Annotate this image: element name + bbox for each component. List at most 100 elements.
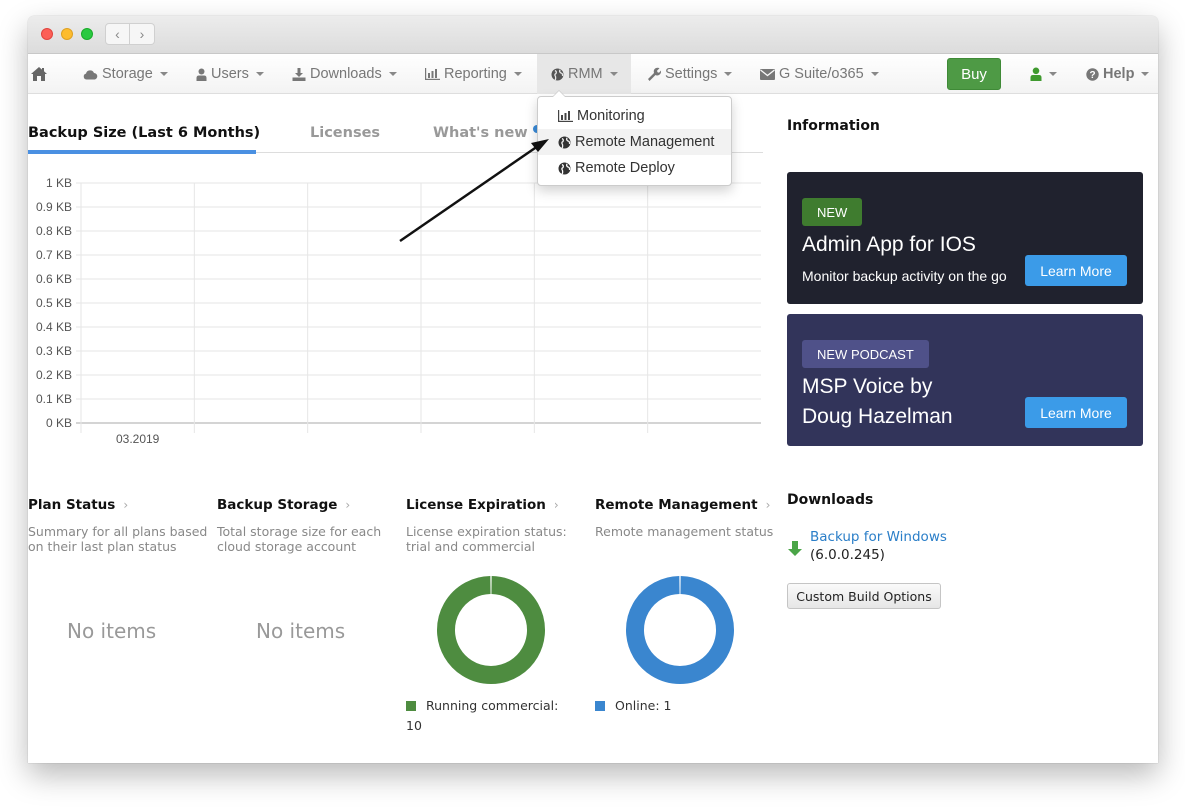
custom-build-options-button[interactable]: Custom Build Options bbox=[787, 583, 941, 609]
legend-swatch bbox=[595, 701, 605, 711]
backup-size-chart: 0 KB 0.1 KB 0.2 KB 0.3 KB 0.4 KB 0.5 KB 0.6 KB… bbox=[28, 166, 768, 456]
widget-title-link[interactable]: Remote Management › bbox=[595, 494, 775, 516]
bar-chart-icon bbox=[425, 68, 440, 80]
svg-text:?: ? bbox=[1089, 70, 1095, 81]
menu-item-label: Remote Management bbox=[575, 134, 715, 150]
legend-value: 10 bbox=[406, 718, 422, 733]
y-tick-label: 0.6 KB bbox=[36, 272, 72, 286]
tab-whats-new[interactable]: What's new bbox=[433, 112, 528, 153]
chart-canvas: 0 KB 0.1 KB 0.2 KB 0.3 KB 0.4 KB 0.5 KB 0.6 KB… bbox=[36, 176, 761, 446]
nav-rmm[interactable]: RMM bbox=[537, 54, 631, 94]
y-tick-label: 0.7 KB bbox=[36, 248, 72, 262]
x-tick-label: 03.2019 bbox=[116, 432, 160, 446]
nav-users-label: Users bbox=[211, 66, 249, 82]
widget-title: Backup Storage bbox=[217, 497, 338, 513]
promo-admin-app: NEW Admin App for IOS Monitor backup act… bbox=[787, 172, 1143, 304]
widget-backup-storage: Backup Storage › Total storage size for e… bbox=[217, 494, 397, 554]
caret-down-icon bbox=[609, 72, 618, 76]
tab-backup-size[interactable]: Backup Size (Last 6 Months) bbox=[28, 112, 260, 153]
forward-button[interactable]: › bbox=[130, 23, 155, 45]
y-tick-label: 0 KB bbox=[46, 416, 72, 430]
chevron-right-icon: › bbox=[123, 498, 129, 512]
menu-item-monitoring[interactable]: Monitoring bbox=[538, 103, 731, 129]
license-donut-chart[interactable] bbox=[436, 575, 546, 685]
nav-help[interactable]: ? Help bbox=[1086, 54, 1150, 94]
remote-management-donut-chart[interactable] bbox=[625, 575, 735, 685]
title-bar: ‹ › bbox=[28, 16, 1158, 54]
nav-reporting[interactable]: Reporting bbox=[425, 54, 522, 94]
widget-license-expiration: License Expiration › License expiration s… bbox=[406, 494, 586, 554]
widget-title-link[interactable]: Plan Status › bbox=[28, 494, 208, 516]
cloud-icon bbox=[83, 69, 98, 79]
menu-item-label: Remote Deploy bbox=[575, 160, 675, 176]
nav-help-label: Help bbox=[1103, 66, 1135, 82]
chevron-left-icon: ‹ bbox=[115, 26, 120, 42]
widget-title: License Expiration bbox=[406, 497, 546, 513]
chevron-right-icon: › bbox=[139, 26, 145, 42]
main-navbar: Storage Users Downloads Reporting RMM Se… bbox=[28, 54, 1158, 94]
envelope-icon bbox=[760, 68, 775, 80]
rmm-dropdown-menu: Monitoring Remote Management Remote Depl… bbox=[537, 90, 732, 186]
question-circle-icon: ? bbox=[1086, 67, 1099, 81]
learn-more-button[interactable]: Learn More bbox=[1025, 397, 1127, 428]
bar-chart-icon bbox=[558, 110, 573, 122]
widget-remote-management: Remote Management › Remote management sta… bbox=[595, 494, 775, 539]
widget-title-link[interactable]: License Expiration › bbox=[406, 494, 586, 516]
backup-for-windows-link[interactable]: Backup for Windows bbox=[810, 529, 947, 545]
back-button[interactable]: ‹ bbox=[105, 23, 130, 45]
close-window-button[interactable] bbox=[41, 28, 53, 40]
user-icon bbox=[196, 68, 207, 81]
promo-headline-line1: MSP Voice by bbox=[802, 375, 933, 398]
learn-more-button[interactable]: Learn More bbox=[1025, 255, 1127, 286]
nav-storage[interactable]: Storage bbox=[83, 54, 168, 94]
widget-plan-status: Plan Status › Summary for all plans based… bbox=[28, 494, 208, 554]
download-arrow-icon bbox=[788, 541, 802, 556]
legend-label: Online: 1 bbox=[615, 698, 672, 713]
donut-slice[interactable] bbox=[626, 576, 734, 684]
maximize-window-button[interactable] bbox=[81, 28, 93, 40]
downloads-heading: Downloads bbox=[787, 492, 874, 508]
globe-icon bbox=[558, 136, 571, 148]
license-legend: Running commercial: 10 bbox=[406, 696, 576, 736]
remote-management-legend: Online: 1 bbox=[595, 696, 765, 716]
nav-settings-label: Settings bbox=[665, 66, 718, 82]
new-podcast-badge: NEW PODCAST bbox=[802, 340, 929, 368]
nav-rmm-label: RMM bbox=[568, 66, 603, 82]
caret-down-icon bbox=[724, 72, 733, 76]
y-tick-label: 0.4 KB bbox=[36, 320, 72, 334]
backup-storage-empty: No items bbox=[256, 619, 346, 643]
minimize-window-button[interactable] bbox=[61, 28, 73, 40]
caret-down-icon bbox=[159, 72, 168, 76]
menu-item-label: Monitoring bbox=[577, 108, 645, 124]
nav-users[interactable]: Users bbox=[196, 54, 264, 94]
nav-home[interactable] bbox=[30, 54, 48, 94]
legend-label: Running commercial: bbox=[426, 698, 559, 713]
tab-licenses[interactable]: Licenses bbox=[310, 112, 380, 153]
buy-button[interactable]: Buy bbox=[947, 58, 1001, 90]
menu-item-remote-management[interactable]: Remote Management bbox=[538, 129, 731, 155]
menu-item-remote-deploy[interactable]: Remote Deploy bbox=[538, 155, 731, 181]
nav-downloads[interactable]: Downloads bbox=[292, 54, 397, 94]
promo-headline-line2: Doug Hazelman bbox=[802, 405, 953, 428]
nav-gsuite[interactable]: G Suite/o365 bbox=[760, 54, 879, 94]
promo-podcast: NEW PODCAST MSP Voice by Doug Hazelman L… bbox=[787, 314, 1143, 446]
widget-description: License expiration status: trial and com… bbox=[406, 524, 567, 554]
nav-settings[interactable]: Settings bbox=[647, 54, 733, 94]
nav-reporting-label: Reporting bbox=[444, 66, 507, 82]
user-icon bbox=[1030, 67, 1042, 81]
widget-title-link[interactable]: Backup Storage › bbox=[217, 494, 397, 516]
y-tick-label: 0.5 KB bbox=[36, 296, 72, 310]
plan-status-empty: No items bbox=[67, 619, 157, 643]
caret-down-icon bbox=[870, 72, 879, 76]
promo-subtitle: Monitor backup activity on the go bbox=[802, 268, 1007, 284]
chevron-right-icon: › bbox=[553, 498, 559, 512]
y-tick-label: 0.3 KB bbox=[36, 344, 72, 358]
caret-down-icon bbox=[1141, 72, 1150, 76]
y-tick-label: 1 KB bbox=[46, 176, 72, 190]
account-menu[interactable] bbox=[1030, 54, 1057, 94]
widget-description: Summary for all plans based on their las… bbox=[28, 524, 208, 554]
widget-description: Remote management status bbox=[595, 524, 774, 539]
chevron-right-icon: › bbox=[345, 498, 351, 512]
new-badge: NEW bbox=[802, 198, 863, 226]
donut-slice[interactable] bbox=[437, 576, 545, 684]
